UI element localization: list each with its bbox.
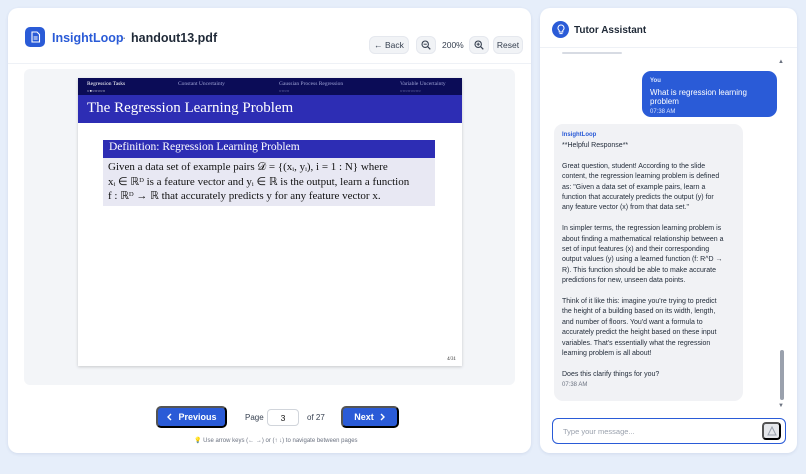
slide-nav-item: Gaussian Process Regression [279,81,344,87]
title-separator: · [122,30,127,45]
message-line: the height of a building based on its wi… [562,308,716,316]
assistant-message: InsightLoop **Helpful Response** Great qu… [554,124,743,401]
zoom-in-icon [474,40,484,50]
message-line: **Helpful Response** [562,142,629,149]
definition-line: Given a data set of example pairs 𝒟 = {(… [108,161,388,173]
message-text: What is regression learning problem [650,88,747,106]
slide-nav-item: Regression Tasks [87,81,126,87]
message-text: **Helpful Response** Great question, stud… [562,141,735,380]
slide-title: The Regression Learning Problem [87,100,294,116]
send-icon [766,426,777,436]
next-page-button[interactable]: Next [341,406,399,428]
message-line: learning problem is all about! [562,350,652,358]
slide-progress-dots: ○○○○○○○○ [400,88,421,93]
brand-name: InsightLoop [52,31,124,45]
lightbulb-icon [552,21,569,38]
message-line: as: "Given a data set of example pairs, … [562,183,706,191]
previous-message-peek [562,52,622,54]
zoom-out-icon [421,40,431,50]
message-time: 07:38 AM [650,109,676,115]
tutor-header: Tutor Assistant [540,8,797,48]
send-button[interactable] [762,422,781,440]
tutor-panel: Tutor Assistant You What is regression l… [540,8,797,453]
message-line: function that accurately predicts the ou… [562,194,714,202]
zoom-out-button[interactable] [416,36,436,54]
message-line: accurately predict the height based on t… [562,329,717,337]
chevron-left-icon [167,413,172,421]
previous-page-button[interactable]: Previous [156,406,227,428]
navigation-hint: 💡 Use arrow keys (← →) or (↑ ↓) to navig… [194,438,358,444]
page-number-input[interactable] [267,409,299,426]
scroll-down-arrow[interactable]: ▼ [778,403,784,408]
message-line: and number of floors. You'd want a formu… [562,318,703,326]
message-time: 07:38 AM [562,382,588,389]
message-line: about finding a mathematical relationshi… [562,235,724,243]
message-sender: You [650,78,661,84]
tutor-title: Tutor Assistant [574,25,647,36]
zoom-level: 200% [442,40,464,50]
slide-nav-item: Variable Uncertainty [400,81,446,87]
file-name: handout13.pdf [131,31,218,45]
viewer-header: InsightLoop · handout13.pdf ← Back 200% … [8,8,531,64]
definition-title: Definition: Regression Learning Problem [109,141,300,153]
next-label: Next [354,412,374,422]
document-icon [25,27,45,47]
message-line: Great question, student! According to th… [562,162,706,170]
message-line: set of input features (x) and their corr… [562,246,710,254]
chat-scrollbar-thumb[interactable] [780,350,784,400]
page-label: Page [245,413,264,422]
page-total: of 27 [307,413,325,422]
message-input[interactable] [552,418,786,444]
message-line: output values (y) using a learned functi… [562,256,723,264]
definition-line: xᵢ ∈ ℝᴰ is a feature vector and yᵢ ∈ ℝ i… [108,176,410,188]
pdf-viewer-panel: InsightLoop · handout13.pdf ← Back 200% … [8,8,531,453]
previous-label: Previous [178,412,217,422]
back-button[interactable]: ← Back [369,36,409,54]
message-line: In simpler terms, the regression learnin… [562,225,722,233]
slide-nav-item: Constant Uncertainty [178,81,225,87]
message-line: predictions for new, unseen data points. [562,277,686,285]
message-line: Think of it like this: imagine you're tr… [562,298,717,306]
message-line: R). This function should be able to make… [562,266,716,274]
chat-messages[interactable]: You What is regression learning problem … [540,48,797,408]
message-line: Does this clarify things for you? [562,370,660,378]
zoom-in-button[interactable] [469,36,489,54]
pdf-page: Regression Tasks Constant Uncertainty Ga… [78,78,462,366]
scroll-up-arrow[interactable]: ▲ [778,59,784,65]
slide-progress-dots: ○○○○ [279,88,290,93]
message-sender: InsightLoop [562,132,597,138]
definition-line: f : ℝᴰ → ℝ that accurately predicts y fo… [108,190,381,202]
message-line: variables. That's essentially what the r… [562,339,711,347]
message-line: any feature vector (x) from that data se… [562,204,689,212]
message-line: content, the regression learning problem… [562,173,720,181]
chevron-right-icon [380,413,385,421]
reset-button[interactable]: Reset [493,36,523,54]
slide-progress-dots: ○●○○○○○ [87,88,106,93]
document-area[interactable]: Regression Tasks Constant Uncertainty Ga… [24,69,515,385]
slide-page-indicator: 4/31 [447,357,456,362]
user-message: You What is regression learning problem … [642,71,777,117]
slide-nav-bar: Regression Tasks Constant Uncertainty Ga… [78,78,462,95]
